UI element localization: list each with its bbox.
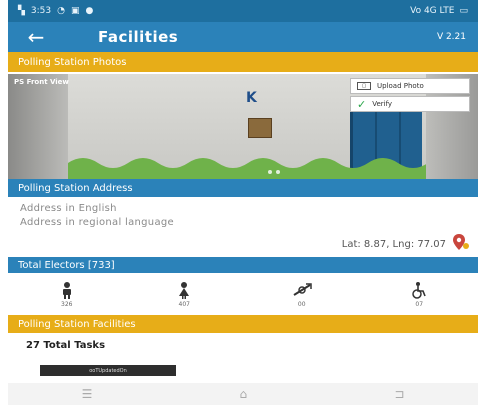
elector-count: 00 [297, 300, 306, 308]
address-english: Address in English [20, 203, 117, 214]
verify-label: Verify [372, 100, 393, 108]
upload-icon: ▢ [357, 82, 371, 90]
media-icon: ● [85, 6, 94, 16]
elector-item-third-gender: 00 [272, 281, 332, 308]
wall-letter: K [246, 90, 257, 106]
back-button[interactable]: ← [8, 22, 64, 52]
status-left: ▚ 3:53 ◔ ▣ ● [18, 6, 93, 16]
battery-icon: ▭ [459, 6, 468, 16]
photo-left-shade [8, 74, 70, 179]
status-time: 3:53 [30, 6, 52, 16]
app-bar: ← Facilities V 2.21 [8, 22, 478, 52]
electors-section-header: Total Electors [733] [8, 257, 478, 273]
sim-icon: ▚ [18, 6, 25, 16]
wifi-icon: ◔ [57, 6, 65, 16]
recent-apps-icon[interactable]: ☰ [82, 387, 93, 401]
total-tasks: 27 Total Tasks [26, 340, 106, 351]
elector-count: 07 [415, 300, 424, 308]
elector-item-female: 407 [154, 281, 214, 308]
address-regional: Address in regional language [20, 217, 174, 228]
verify-button[interactable]: ✓ Verify [350, 96, 470, 112]
elector-count: 326 [61, 300, 73, 308]
electors-row: 326 407 00 07 [8, 273, 478, 315]
check-icon: ✓ [357, 97, 367, 111]
status-bar: ▚ 3:53 ◔ ▣ ● Vo 4G LTE ▭ [8, 0, 478, 22]
photo-pager-dots [268, 170, 280, 174]
upload-photo-button[interactable]: ▢ Upload Photo [350, 78, 470, 94]
third-gender-icon [293, 282, 312, 296]
male-elector-icon [62, 281, 71, 299]
tasks-updated-chip[interactable]: ooTUpdatedOn [40, 365, 176, 376]
network-status-text: Vo 4G LTE [410, 6, 455, 16]
elector-item-disabled: 07 [389, 281, 449, 308]
elector-count: 407 [178, 300, 190, 308]
app-version: V 2.21 [436, 32, 466, 42]
polling-station-photo[interactable]: K PS Front View ▢ Upload Photo ✓ Verify [8, 74, 478, 179]
wall-sign [248, 118, 272, 138]
lat-lng-text: Lat: 8.87, Lng: 77.07 [341, 239, 446, 250]
elector-item-male: 326 [37, 281, 97, 308]
home-icon[interactable]: ⌂ [240, 387, 248, 401]
photos-section-header: Polling Station Photos [8, 52, 478, 72]
address-section-header: Polling Station Address [8, 179, 478, 197]
upload-photo-label: Upload Photo [377, 82, 424, 90]
status-right: Vo 4G LTE ▭ [410, 6, 468, 16]
arrow-left-icon: ← [27, 25, 45, 49]
map-pin-icon[interactable] [452, 233, 470, 251]
address-block: Address in English Address in regional l… [8, 197, 478, 257]
photo-view-label: PS Front View [14, 78, 69, 86]
page-title: Facilities [98, 28, 179, 46]
tasks-block: 27 Total Tasks ooTUpdatedOn [8, 333, 478, 381]
pager-dot [276, 170, 280, 174]
disabled-elector-icon [412, 281, 426, 299]
notification-icon: ▣ [71, 6, 80, 16]
back-icon[interactable]: ⊐ [394, 387, 404, 401]
female-elector-icon [179, 281, 190, 299]
facilities-section-header: Polling Station Facilities [8, 315, 478, 333]
system-nav-bar: ☰ ⌂ ⊐ [8, 383, 478, 405]
pager-dot [268, 170, 272, 174]
green-wave-border [68, 158, 428, 179]
